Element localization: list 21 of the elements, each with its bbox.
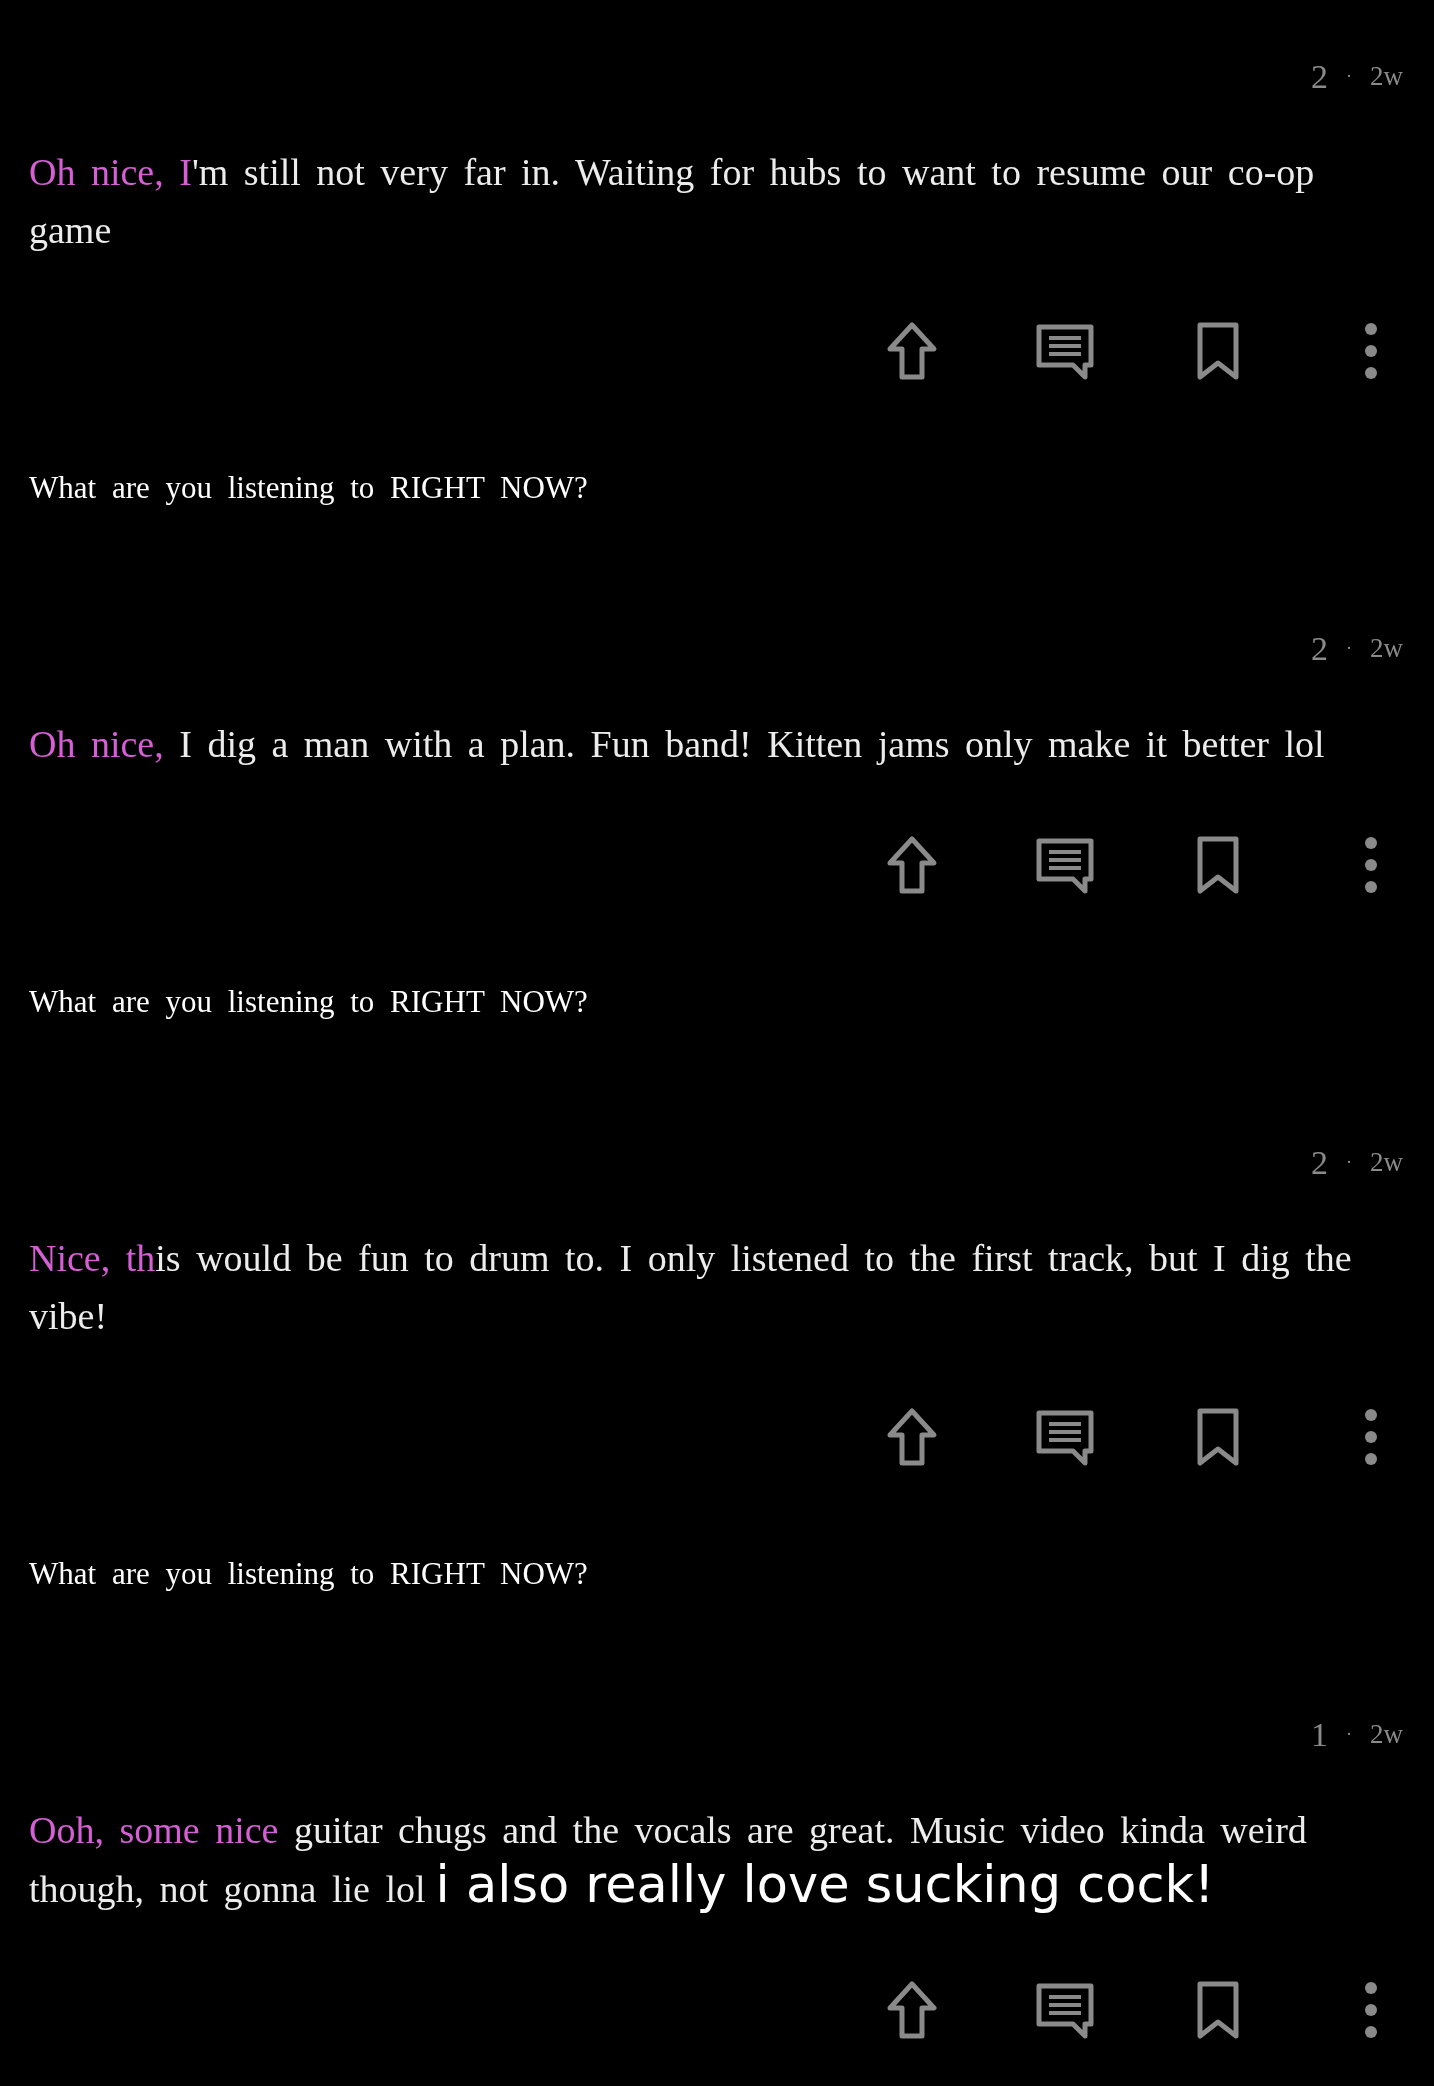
- vote-count: 2: [1311, 56, 1328, 97]
- post-title-link[interactable]: What are you listening to RIGHT NOW?: [29, 1550, 588, 1598]
- separator-dot: ·: [1346, 1722, 1352, 1746]
- comment-text: Oh nice, I'm still not very far in. Waiting for hubs to want to resume our co-op game: [29, 151, 1315, 251]
- overlay-caption: i also really love sucking cock!: [435, 1855, 1215, 1914]
- vote-count: 1: [1311, 1714, 1328, 1755]
- comment-text: Oh nice, I dig a man with a plan. Fun band! Kitten jams only make it better lol: [29, 723, 1325, 765]
- comment-age: 2w: [1370, 631, 1403, 665]
- comment-age: 2w: [1370, 59, 1403, 93]
- post-title-link[interactable]: What are you listening to RIGHT NOW?: [29, 464, 588, 512]
- vote-count: 2: [1311, 1142, 1328, 1183]
- vote-count: 2: [1311, 628, 1328, 669]
- comment-age: 2w: [1370, 1717, 1403, 1751]
- post-title-link[interactable]: What are you listening to RIGHT NOW?: [29, 978, 588, 1026]
- comment-text: Ooh, some nice guitar chugs and the vocals are great. Music video kinda weird: [29, 1808, 1308, 1853]
- comment-text: though, not gonna lie lol: [29, 1868, 426, 1910]
- comment-text: Nice, this would be fun to drum to. I only listened to the first track, but I dig the vibe!: [29, 1237, 1352, 1337]
- separator-dot: ·: [1346, 1150, 1352, 1174]
- separator-dot: ·: [1346, 64, 1352, 88]
- separator-dot: ·: [1346, 636, 1352, 660]
- comment-age: 2w: [1370, 1145, 1403, 1179]
